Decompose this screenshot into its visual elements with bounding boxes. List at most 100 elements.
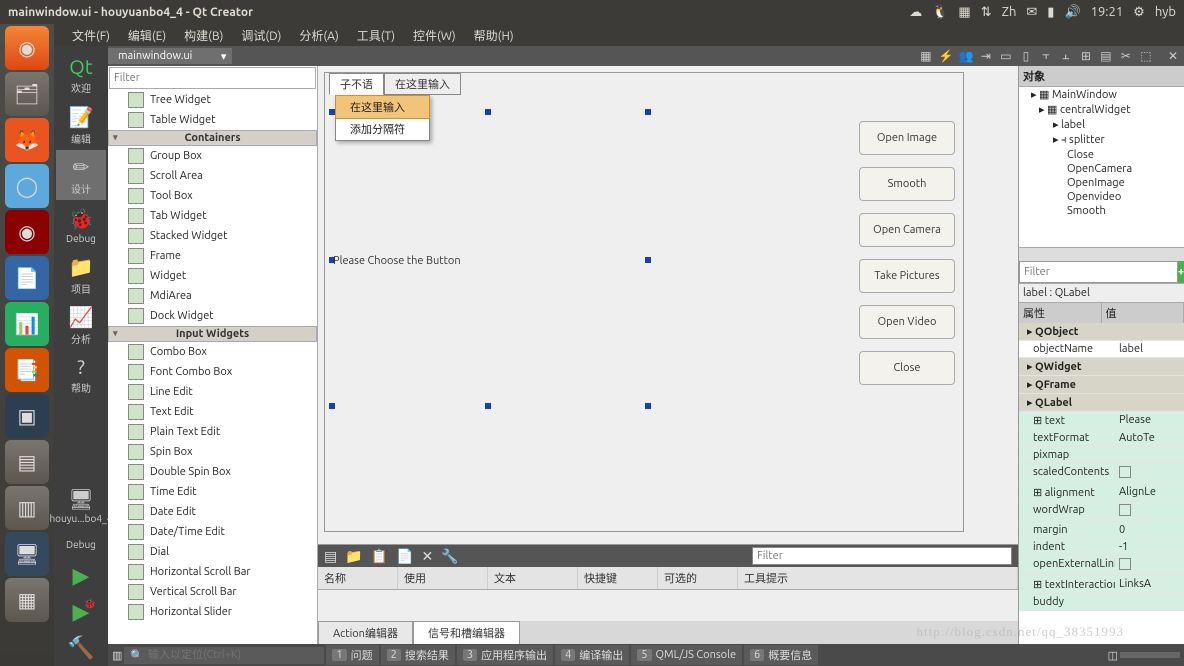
mode-welcome[interactable]: Qt欢迎	[56, 50, 106, 100]
selection-handle[interactable]	[485, 109, 491, 115]
gear-icon[interactable]: ⚙	[1133, 5, 1145, 20]
form-label[interactable]: Please Choose the Button	[333, 255, 461, 267]
output-pane-tab[interactable]: 6概要信息	[744, 645, 818, 665]
tool-adjust-icon[interactable]: ⬚	[1138, 48, 1154, 64]
menu-analyze[interactable]: 分析(A)	[291, 25, 346, 46]
launcher-files-icon[interactable]: 🗂	[5, 72, 49, 116]
property-row[interactable]: wordWrap	[1019, 502, 1184, 522]
close-document-icon[interactable]: ✕	[1162, 49, 1184, 63]
col-prop-name[interactable]: 属性	[1019, 303, 1102, 323]
widget-item[interactable]: Font Combo Box	[108, 362, 317, 382]
cloud-icon[interactable]: ☁	[909, 5, 922, 20]
tree-node[interactable]: ▸ label	[1019, 117, 1184, 132]
widget-item[interactable]: Dock Widget	[108, 306, 317, 326]
tool-taborder-icon[interactable]: ⇥	[978, 48, 994, 64]
widget-item[interactable]: Plain Text Edit	[108, 422, 317, 442]
debug-run-button[interactable]: ▶🐞	[56, 594, 106, 630]
locator[interactable]: 🔍	[124, 647, 324, 664]
launcher-terminal-icon[interactable]: ▣	[5, 394, 49, 438]
widget-item[interactable]: Dial	[108, 542, 317, 562]
form-button-open-image[interactable]: Open Image	[859, 121, 955, 155]
launcher-app-icon[interactable]: ◉	[5, 210, 49, 254]
action-folder-icon[interactable]: 📁	[345, 548, 362, 565]
status-split-icon[interactable]: ◫	[1108, 649, 1118, 662]
output-pane-tab[interactable]: 5QML/JS Console	[631, 645, 742, 665]
tool-hsplit-icon[interactable]: ⫟	[1038, 48, 1054, 64]
widgetbox-list[interactable]: Tree Widget Table Widget Containers Grou…	[108, 90, 317, 644]
property-row[interactable]: textFormatAutoTe	[1019, 430, 1184, 447]
widget-item[interactable]: Line Edit	[108, 382, 317, 402]
launcher-chromium-icon[interactable]: ◯	[5, 164, 49, 208]
user-name[interactable]: hyb	[1155, 5, 1176, 19]
launcher-firefox-icon[interactable]: 🦊	[5, 118, 49, 162]
launcher-calc-icon[interactable]: 📊	[5, 302, 49, 346]
tool-grid-icon[interactable]: ⊞	[1078, 48, 1094, 64]
widgetbox-filter-input[interactable]	[109, 67, 316, 89]
tool-vsplit-icon[interactable]: ⫠	[1058, 48, 1074, 64]
clock[interactable]: 19:21	[1091, 5, 1124, 19]
launcher-app4-icon[interactable]: ▦	[5, 578, 49, 622]
property-row[interactable]: objectNamelabel	[1019, 341, 1184, 358]
tab-signals-editor[interactable]: 信号和槽编辑器	[413, 621, 520, 644]
widget-item[interactable]: Horizontal Slider	[108, 602, 317, 622]
col-used[interactable]: 使用	[398, 567, 488, 589]
tree-node[interactable]: OpenImage	[1019, 176, 1184, 190]
col-name[interactable]: 名称	[318, 567, 398, 589]
document-tab[interactable]: mainwindow.ui ▾	[108, 48, 232, 64]
widget-item[interactable]: Tool Box	[108, 186, 317, 206]
output-pane-tab[interactable]: 1问题	[326, 645, 378, 665]
launcher-app3-icon[interactable]: ▥	[5, 486, 49, 530]
mode-debug[interactable]: 🐞Debug	[56, 200, 106, 250]
property-row[interactable]: ⊞ textPlease	[1019, 412, 1184, 430]
action-config-icon[interactable]: 🔧	[441, 548, 458, 565]
tool-signals-icon[interactable]: ⚡	[938, 48, 954, 64]
widget-item[interactable]: Date/Time Edit	[108, 522, 317, 542]
selection-handle[interactable]	[329, 109, 335, 115]
tool-form-icon[interactable]: ▤	[1098, 48, 1114, 64]
property-section[interactable]: QObject	[1019, 323, 1184, 341]
run-button[interactable]: ▶	[56, 558, 106, 594]
calendar-icon[interactable]: ▦	[958, 5, 970, 20]
form-menu-placeholder[interactable]: 在这里输入	[384, 73, 461, 95]
widget-item[interactable]: Combo Box	[108, 342, 317, 362]
property-row[interactable]: ⊞ textInteractionFlagsLinksA	[1019, 576, 1184, 594]
dropdown-icon[interactable]: ▾	[221, 50, 227, 63]
widgetbox-category[interactable]: Containers	[108, 130, 317, 146]
widget-item[interactable]: Scroll Area	[108, 166, 317, 186]
launcher-display-icon[interactable]: 🖥	[5, 532, 49, 576]
widget-item[interactable]: Widget	[108, 266, 317, 286]
mail-icon[interactable]: ✉	[1026, 5, 1037, 20]
form-button-smooth[interactable]: Smooth	[859, 167, 955, 201]
widget-item[interactable]: Tab Widget	[108, 206, 317, 226]
property-row[interactable]: buddy	[1019, 594, 1184, 611]
col-tooltip[interactable]: 工具提示	[738, 567, 1018, 589]
menu-build[interactable]: 构建(B)	[176, 25, 231, 46]
menu-popup-item[interactable]: 在这里输入	[336, 96, 429, 118]
output-pane-tab[interactable]: 2搜索结果	[381, 645, 455, 665]
selection-handle[interactable]	[329, 403, 335, 409]
tree-node[interactable]: OpenCamera	[1019, 162, 1184, 176]
col-prop-value[interactable]: 值	[1102, 303, 1184, 323]
menu-debug[interactable]: 调试(D)	[233, 25, 289, 46]
tool-buddies-icon[interactable]: 👥	[958, 48, 974, 64]
form-button-take-pictures[interactable]: Take Pictures	[859, 259, 955, 293]
launcher-writer-icon[interactable]: 📄	[5, 256, 49, 300]
property-section[interactable]: QFrame	[1019, 376, 1184, 394]
menu-help[interactable]: 帮助(H)	[466, 25, 522, 46]
build-button[interactable]: 🔨	[56, 630, 106, 666]
property-filter-input[interactable]	[1019, 261, 1178, 283]
object-tree-scrollbar[interactable]	[1019, 247, 1184, 261]
widget-item[interactable]: Frame	[108, 246, 317, 266]
widget-item[interactable]: Vertical Scroll Bar	[108, 582, 317, 602]
locator-input[interactable]	[148, 649, 318, 661]
property-row[interactable]: indent-1	[1019, 539, 1184, 556]
menu-widgets[interactable]: 控件(W)	[405, 25, 464, 46]
tree-node[interactable]: Openvideo	[1019, 190, 1184, 204]
widget-item[interactable]: Tree Widget	[108, 90, 317, 110]
lang-indicator[interactable]: Zh	[1002, 5, 1017, 19]
selection-handle[interactable]	[645, 109, 651, 115]
selection-handle[interactable]	[485, 403, 491, 409]
tool-vlayout-icon[interactable]: ▯	[1018, 48, 1034, 64]
network-icon[interactable]: ⇅	[981, 5, 992, 20]
kit-selector[interactable]: 🖥houyu...bo4_4	[56, 480, 106, 530]
